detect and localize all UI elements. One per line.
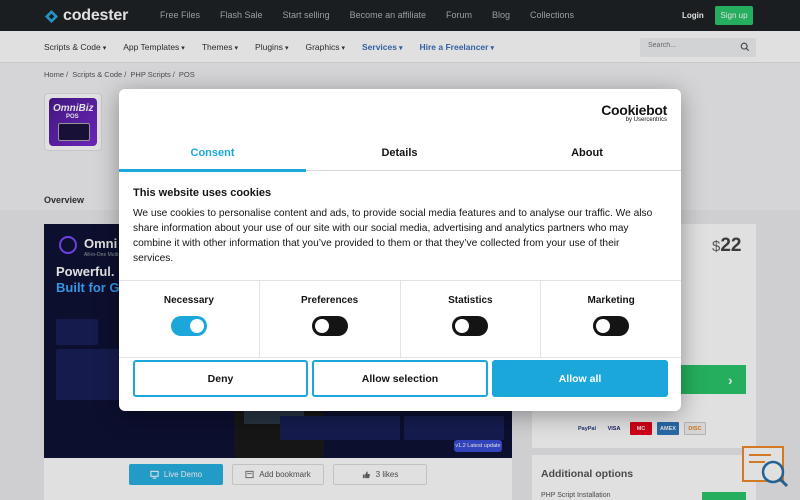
tab-about[interactable]: About (493, 135, 681, 171)
tab-details[interactable]: Details (306, 135, 493, 171)
toggle-switch[interactable] (593, 316, 630, 336)
toggle-label: Marketing (587, 295, 635, 306)
cookie-description: We use cookies to personalise content an… (133, 208, 653, 264)
toggle-label: Statistics (448, 295, 493, 306)
toggle-knob (314, 319, 329, 333)
cookie-toggles: Necessary Preferences Statistics Marketing (119, 281, 681, 357)
toggle-necessary: Necessary (119, 281, 260, 357)
toggle-knob (596, 319, 611, 333)
consent-tabs: Consent Details About (119, 135, 681, 172)
toggle-switch[interactable] (452, 316, 489, 336)
toggle-switch[interactable] (311, 316, 348, 336)
cookie-title: This website uses cookies (133, 187, 272, 199)
toggle-preferences: Preferences (260, 281, 401, 357)
toggle-knob (455, 319, 470, 333)
cookiebot-logo: Cookiebot by Usercentrics (601, 102, 667, 123)
tab-consent[interactable]: Consent (119, 135, 306, 172)
allow-all-button[interactable]: Allow all (492, 360, 668, 397)
cookie-consent-dialog: Cookiebot by Usercentrics Consent Detail… (119, 89, 681, 411)
allow-selection-button[interactable]: Allow selection (312, 360, 488, 397)
deny-button[interactable]: Deny (133, 360, 308, 397)
toggle-statistics: Statistics (401, 281, 542, 357)
toggle-switch[interactable] (170, 316, 207, 336)
toggle-marketing: Marketing (541, 281, 681, 357)
toggle-label: Preferences (300, 295, 359, 306)
cookiebot-brand: Cookiebot (601, 102, 667, 118)
toggle-label: Necessary (163, 295, 214, 306)
divider (119, 357, 681, 358)
toggle-knob (189, 319, 204, 333)
